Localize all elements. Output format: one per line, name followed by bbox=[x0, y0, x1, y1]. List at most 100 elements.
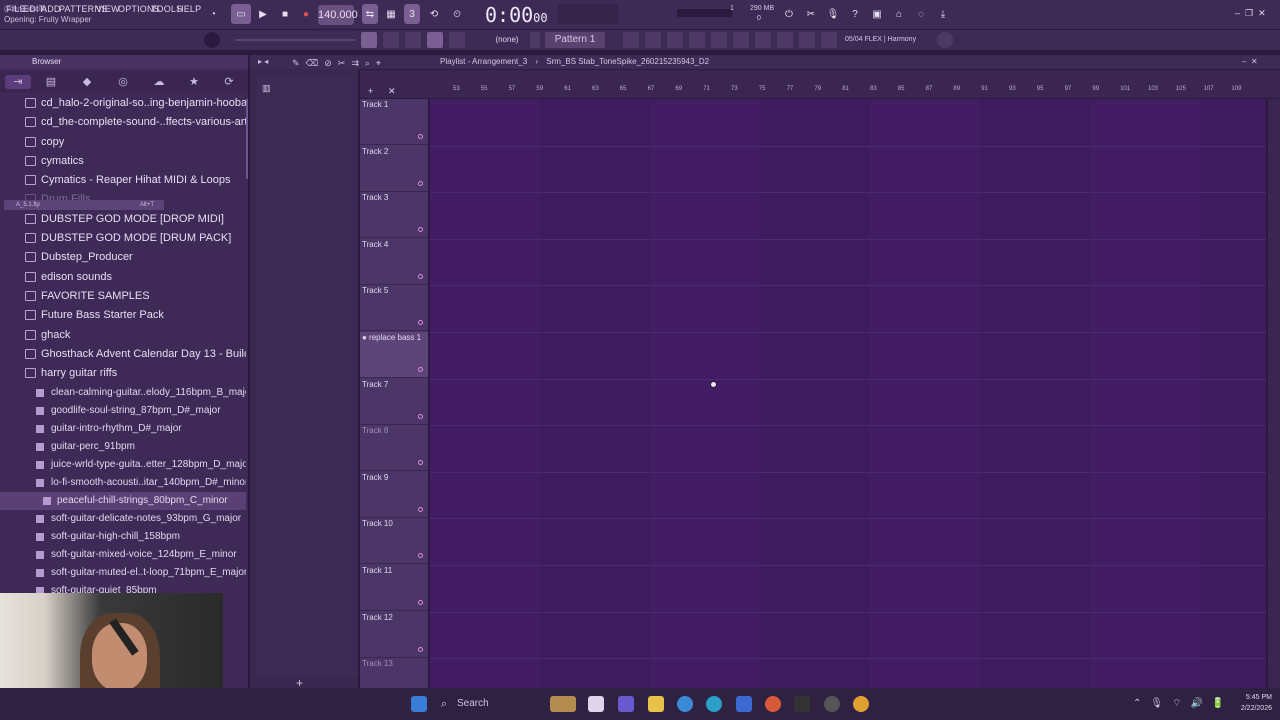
metronome-icon[interactable]: ◔ bbox=[203, 4, 223, 24]
file-icon[interactable] bbox=[588, 696, 604, 712]
track-mute-led[interactable] bbox=[418, 506, 423, 512]
step-edit-icon[interactable]: ▦ bbox=[383, 4, 399, 24]
plugin-picker-icon[interactable] bbox=[711, 32, 727, 48]
globe-icon[interactable] bbox=[937, 32, 953, 48]
browser-all-tab[interactable]: ⇥ bbox=[5, 75, 31, 89]
fl-studio-icon[interactable] bbox=[853, 696, 869, 712]
tempo-field[interactable]: 140.000 bbox=[318, 5, 358, 25]
sample-file[interactable]: soft-guitar-mixed-voice_124bpm_E_minor bbox=[0, 546, 246, 564]
track-mute-led[interactable] bbox=[418, 646, 423, 652]
timeline-ruler[interactable]: 53 55 57 59 61 63 65 67 69 71 73 75 77 79 81 83 85 87 89 91… bbox=[435, 84, 1265, 98]
snap-icon[interactable]: ⇆ bbox=[362, 4, 378, 24]
channel-rack-icon[interactable] bbox=[667, 32, 683, 48]
browser-star-tab[interactable]: ★ bbox=[185, 75, 203, 89]
track-header[interactable]: Track 12 bbox=[360, 612, 428, 658]
play-icon[interactable]: ▶ bbox=[255, 4, 271, 24]
folder-item[interactable]: Dubstep_Producer bbox=[0, 248, 246, 267]
folder-item[interactable]: cd_the-complete-sound-..ffects-various-a… bbox=[0, 113, 246, 132]
taskbar-clock[interactable]: 5:45 PM 2/22/2026 bbox=[1222, 692, 1272, 714]
track-mute-led[interactable] bbox=[418, 227, 423, 233]
close-track-icon[interactable]: ✕ bbox=[388, 86, 396, 97]
sample-file[interactable]: goodlife-soul-string_87bpm_D#_major bbox=[0, 402, 246, 420]
sample-file[interactable]: lo-fi-smooth-acousti..itar_140bpm_D#_min… bbox=[0, 474, 246, 492]
playlist-grid[interactable] bbox=[430, 99, 1266, 706]
track-mute-led[interactable] bbox=[418, 367, 423, 372]
browser-files-tab[interactable]: ▤ bbox=[42, 75, 60, 89]
track-mute-led[interactable] bbox=[418, 134, 423, 139]
track-header[interactable]: Track 7 bbox=[360, 379, 428, 425]
playlist-arrows-icon[interactable]: ▸ ◂ bbox=[258, 57, 268, 66]
track-mute-led[interactable] bbox=[418, 320, 423, 326]
menu-help[interactable]: HELP bbox=[177, 4, 201, 14]
plugin-icon[interactable]: ⌂ bbox=[891, 4, 907, 24]
track-header[interactable]: Track 1 bbox=[360, 99, 428, 145]
pencil-icon[interactable] bbox=[405, 32, 421, 48]
stamp-icon[interactable] bbox=[449, 32, 465, 48]
store-icon[interactable] bbox=[736, 696, 752, 712]
pat-song-toggle[interactable]: ▭ bbox=[231, 4, 251, 24]
loop-record-icon[interactable]: ⟲ bbox=[426, 4, 442, 24]
folder-item[interactable]: DUBSTEP GOD MODE [DROP MIDI] bbox=[0, 210, 246, 229]
track-header[interactable]: Track 8 bbox=[360, 425, 428, 472]
link-icon[interactable] bbox=[427, 32, 443, 48]
track-mute-led[interactable] bbox=[418, 180, 423, 186]
mic-icon[interactable]: 🎙 bbox=[825, 4, 841, 24]
track-mute-led[interactable] bbox=[418, 273, 423, 279]
save-icon[interactable]: ▣ bbox=[869, 4, 885, 24]
picker-toggle-icon[interactable]: ▥ bbox=[262, 83, 274, 93]
preset-display[interactable]: 05/04 FLEX | Harmony bbox=[845, 32, 945, 48]
chat-icon[interactable]: ◌ bbox=[913, 4, 929, 24]
track-header[interactable]: Track 10 bbox=[360, 518, 428, 565]
taskbar-search[interactable]: Search bbox=[437, 694, 547, 714]
playlist-window-icon[interactable] bbox=[623, 32, 639, 48]
chrome-icon[interactable] bbox=[765, 696, 781, 712]
download-icon[interactable]: ⤓ bbox=[935, 4, 951, 24]
menu-view[interactable]: VIEW bbox=[96, 4, 120, 14]
cart-icon[interactable] bbox=[821, 32, 837, 48]
window-controls[interactable]: – ❐ ✕ bbox=[1235, 8, 1266, 19]
browser-db-tab[interactable]: ◎ bbox=[114, 75, 132, 89]
browser-app-icon[interactable] bbox=[677, 696, 693, 712]
folder-item[interactable]: DUBSTEP GOD MODE [DRUM PACK] bbox=[0, 229, 246, 248]
sample-file-selected[interactable]: peaceful-chill-strings_80bpm_C_minor bbox=[0, 492, 246, 510]
track-header[interactable]: ● replace bass 1 bbox=[360, 332, 428, 378]
folder-item[interactable]: Cymatics - Reaper Hihat MIDI & Loops bbox=[0, 171, 246, 190]
folder-item[interactable]: cd_halo-2-original-so..ing-benjamin-hoob… bbox=[0, 94, 246, 113]
windows-start-icon[interactable] bbox=[411, 696, 427, 712]
chat-app-icon[interactable] bbox=[618, 696, 634, 712]
blend-icon[interactable]: 3 bbox=[404, 4, 420, 24]
browser-plugins-tab[interactable]: ◆ bbox=[78, 75, 96, 89]
wave-icon[interactable] bbox=[799, 32, 815, 48]
folder-item[interactable]: FAVORITE SAMPLES bbox=[0, 287, 246, 306]
record-icon[interactable]: ● bbox=[298, 4, 314, 24]
track-header[interactable]: Track 3 bbox=[360, 192, 428, 239]
playlist-window-controls[interactable]: – ✕ bbox=[1242, 57, 1258, 66]
track-header[interactable]: Track 11 bbox=[360, 565, 428, 611]
edge-icon[interactable] bbox=[706, 696, 722, 712]
widget-icon[interactable] bbox=[550, 696, 576, 712]
plug-icon[interactable] bbox=[755, 32, 771, 48]
terminal-icon[interactable] bbox=[794, 696, 810, 712]
master-volume-knob[interactable] bbox=[204, 32, 220, 48]
track-mute-led[interactable] bbox=[418, 600, 423, 605]
track-header[interactable]: Track 4 bbox=[360, 239, 428, 285]
tools-icon[interactable]: ✂ bbox=[803, 4, 819, 24]
track-header[interactable]: Track 9 bbox=[360, 472, 428, 518]
mixer-icon[interactable] bbox=[689, 32, 705, 48]
sample-file[interactable]: soft-guitar-high-chill_158bpm bbox=[0, 528, 246, 546]
track-header[interactable]: Track 5 bbox=[360, 285, 428, 332]
sample-file[interactable]: soft-guitar-delicate-notes_93bpm_G_major bbox=[0, 510, 246, 528]
snap-select[interactable]: (none) bbox=[482, 32, 532, 48]
browser-history-tab[interactable]: ⟳ bbox=[220, 75, 238, 89]
tray-icons[interactable]: ⌃🎙⌔🔊🔋 bbox=[1133, 697, 1233, 710]
sample-file[interactable]: soft-guitar-muted-el..t-loop_71bpm_E_maj… bbox=[0, 564, 246, 582]
track-mute-led[interactable] bbox=[418, 460, 423, 466]
sample-file[interactable]: clean-calming-guitar..elody_116bpm_B_maj… bbox=[0, 384, 246, 402]
piano-roll-icon[interactable] bbox=[645, 32, 661, 48]
explorer-icon[interactable] bbox=[648, 696, 664, 712]
folder-item[interactable]: Ghosthack Advent Calendar Day 13 - Build… bbox=[0, 345, 246, 364]
master-pitch-slider[interactable] bbox=[235, 39, 355, 41]
menu-add[interactable]: ADD bbox=[41, 4, 61, 14]
track-mute-led[interactable] bbox=[418, 553, 423, 559]
app-icon[interactable] bbox=[824, 696, 840, 712]
